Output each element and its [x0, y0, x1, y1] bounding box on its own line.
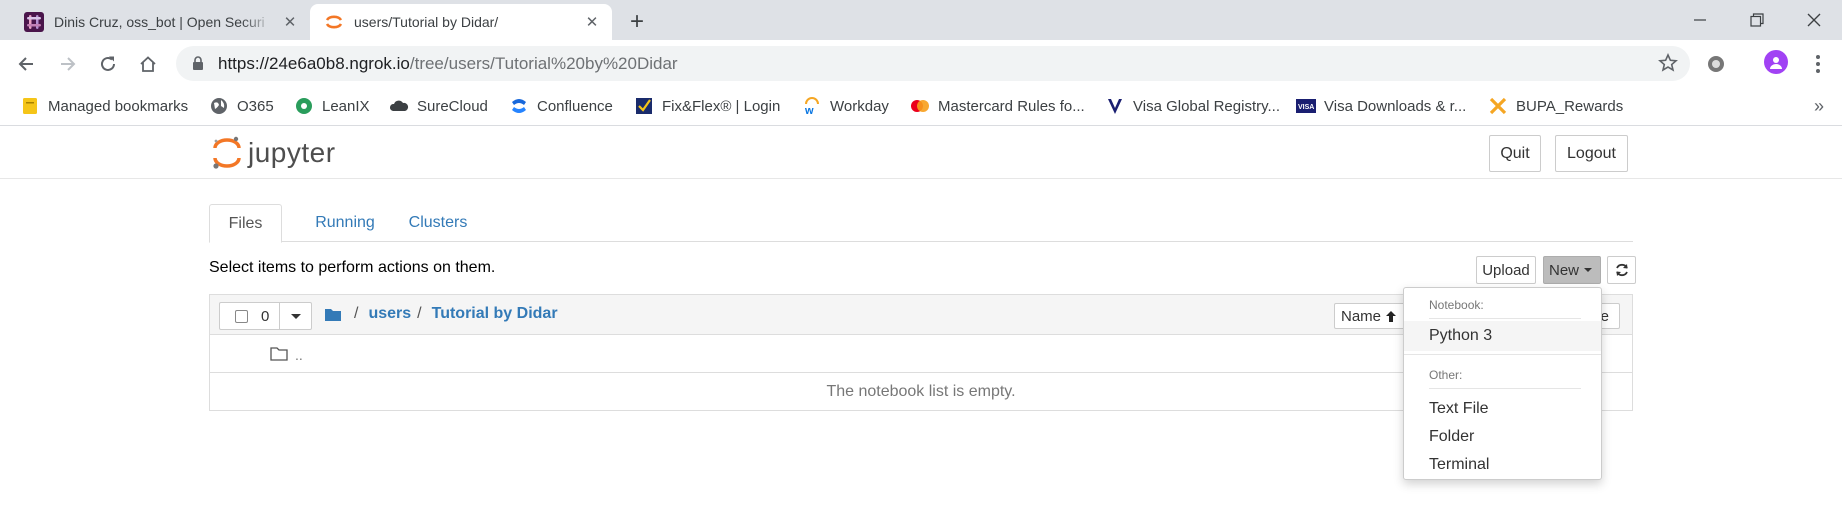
- jupyter-logo[interactable]: jupyter: [212, 136, 336, 170]
- bookmark-workday[interactable]: w Workday: [802, 88, 889, 124]
- caret-down-icon: [290, 314, 301, 319]
- bookmark-surecloud[interactable]: SureCloud: [389, 88, 488, 124]
- address-bar[interactable]: https://24e6a0b8.ngrok.io/tree/users/Tut…: [176, 46, 1690, 81]
- close-icon: [1807, 13, 1821, 27]
- breadcrumb-users[interactable]: users: [368, 305, 411, 323]
- svg-text:VISA: VISA: [1298, 104, 1314, 111]
- browser-toolbar: https://24e6a0b8.ngrok.io/tree/users/Tut…: [0, 40, 1842, 88]
- folder-icon: [20, 96, 40, 116]
- new-dropdown-menu: Notebook: Python 3 Other: Text File Fold…: [1403, 287, 1602, 480]
- quit-button[interactable]: Quit: [1489, 135, 1541, 172]
- menu-item-python3[interactable]: Python 3: [1404, 321, 1601, 351]
- selection-notice: Select items to perform actions on them.: [209, 259, 496, 276]
- browser-tab-strip: Dinis Cruz, oss_bot | Open Securi ✕ user…: [0, 0, 1842, 40]
- home-button[interactable]: [136, 52, 160, 76]
- breadcrumb: / users / Tutorial by Didar: [324, 305, 558, 323]
- folder-home-icon[interactable]: [324, 307, 342, 322]
- bookmark-mastercard[interactable]: Mastercard Rules fo...: [910, 88, 1085, 124]
- slack-icon: [24, 12, 44, 32]
- browser-menu-icon[interactable]: [1806, 52, 1830, 76]
- bookmarks-bar: Managed bookmarks O365 LeanIX SureCloud …: [0, 88, 1842, 126]
- bookmark-visa-registry[interactable]: Visa Global Registry...: [1105, 88, 1280, 124]
- arrow-right-icon: [61, 57, 76, 71]
- tab-title: Dinis Cruz, oss_bot | Open Securi: [54, 14, 265, 30]
- visa-v-icon: [1105, 96, 1125, 116]
- cloud-icon: [389, 96, 409, 116]
- jupyter-wordmark: jupyter: [248, 137, 336, 168]
- home-icon: [140, 56, 156, 72]
- refresh-button[interactable]: [1607, 256, 1636, 284]
- new-button[interactable]: New: [1543, 256, 1601, 284]
- arrow-up-icon: [1386, 310, 1397, 322]
- bookmark-fixflex[interactable]: Fix&Flex® | Login: [634, 88, 780, 124]
- svg-text:w: w: [804, 105, 814, 115]
- confluence-icon: [509, 96, 529, 116]
- menu-item-folder[interactable]: Folder: [1404, 422, 1601, 452]
- reload-button[interactable]: [96, 52, 120, 76]
- selected-count: 0: [261, 308, 270, 325]
- menu-header-rule: [1429, 318, 1581, 319]
- bookmark-leanix[interactable]: LeanIX: [294, 88, 370, 124]
- close-tab-icon[interactable]: ✕: [280, 12, 300, 32]
- bookmark-visa-downloads[interactable]: VISA Visa Downloads & r...: [1296, 88, 1466, 124]
- jupyter-logo-icon: [213, 136, 241, 169]
- close-tab-icon[interactable]: ✕: [582, 12, 602, 32]
- parent-dir-link[interactable]: ..: [295, 347, 303, 363]
- minimize-button[interactable]: [1672, 0, 1728, 40]
- reload-icon: [101, 56, 115, 71]
- bookmark-managed[interactable]: Managed bookmarks: [20, 88, 188, 124]
- bupa-icon: [1488, 96, 1508, 116]
- close-window-button[interactable]: [1786, 0, 1842, 40]
- minimize-icon: [1694, 19, 1706, 21]
- jupyter-icon: [324, 12, 344, 32]
- upload-button[interactable]: Upload: [1476, 256, 1536, 284]
- globe-icon: [209, 96, 229, 116]
- new-tab-button[interactable]: +: [624, 8, 650, 35]
- jupyter-header: jupyter Quit Logout: [0, 127, 1842, 179]
- fixflex-icon: [634, 96, 654, 116]
- bookmarks-overflow-button[interactable]: »: [1814, 96, 1824, 117]
- breadcrumb-tutorial[interactable]: Tutorial by Didar: [432, 305, 558, 323]
- browser-tab-slack[interactable]: Dinis Cruz, oss_bot | Open Securi ✕: [0, 4, 310, 40]
- select-dropdown-button[interactable]: [279, 302, 312, 330]
- menu-item-terminal[interactable]: Terminal: [1404, 450, 1601, 480]
- tab-running[interactable]: Running: [305, 204, 385, 242]
- new-button-label: New: [1548, 261, 1579, 279]
- tab-title: users/Tutorial by Didar/: [354, 14, 499, 30]
- back-button[interactable]: [14, 52, 38, 76]
- bookmark-o365[interactable]: O365: [209, 88, 274, 124]
- caret-down-icon: [1584, 268, 1592, 272]
- select-all-box[interactable]: 0: [219, 302, 280, 330]
- forward-button[interactable]: [56, 52, 80, 76]
- mastercard-icon: [910, 96, 930, 116]
- extension-icon[interactable]: [1706, 54, 1726, 79]
- menu-divider: [1404, 354, 1601, 355]
- lock-icon: [192, 56, 204, 76]
- workday-icon: w: [802, 96, 822, 116]
- leanix-icon: [294, 96, 314, 116]
- restore-button[interactable]: [1729, 0, 1785, 40]
- tab-files[interactable]: Files: [209, 204, 282, 243]
- menu-header-notebook: Notebook:: [1429, 298, 1484, 312]
- restore-icon: [1750, 13, 1764, 27]
- arrow-left-icon: [18, 57, 33, 71]
- bookmark-bupa[interactable]: BUPA_Rewards: [1488, 88, 1623, 124]
- menu-item-text-file[interactable]: Text File: [1404, 394, 1601, 424]
- bookmark-confluence[interactable]: Confluence: [509, 88, 613, 124]
- select-all-checkbox[interactable]: [235, 310, 248, 323]
- refresh-icon: [1615, 263, 1628, 277]
- sort-by-name-button[interactable]: Name: [1334, 303, 1408, 329]
- tab-clusters[interactable]: Clusters: [398, 204, 478, 242]
- url-text: https://24e6a0b8.ngrok.io/tree/users/Tut…: [218, 54, 678, 73]
- visa-card-icon: VISA: [1296, 96, 1316, 116]
- menu-header-rule: [1429, 388, 1581, 389]
- menu-header-other: Other:: [1429, 368, 1463, 382]
- folder-outline-icon: [270, 347, 288, 361]
- browser-tab-jupyter[interactable]: users/Tutorial by Didar/ ✕: [310, 4, 612, 40]
- logout-button[interactable]: Logout: [1555, 135, 1628, 172]
- jupyter-tabs: Files Running Clusters: [209, 204, 1633, 243]
- bookmark-star-icon[interactable]: [1658, 53, 1678, 78]
- profile-avatar-icon[interactable]: [1764, 50, 1788, 74]
